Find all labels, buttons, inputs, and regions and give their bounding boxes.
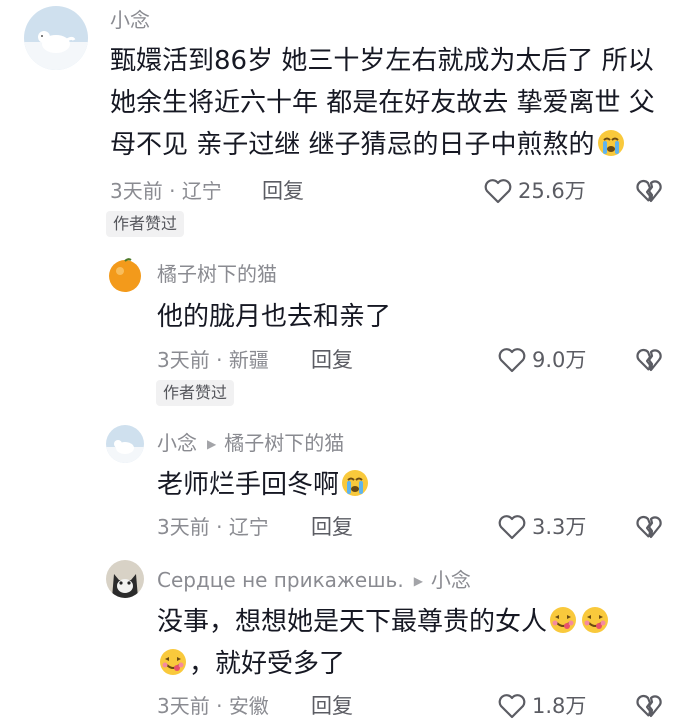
author-liked-badge: 作者赞过	[106, 211, 185, 237]
comment-author[interactable]: Сердце не прикажешь. ▶ 小念	[157, 568, 471, 593]
comment-line: 甄嬛活到86岁 她三十岁左右就成为太后了 所以	[110, 46, 654, 76]
dislike-button[interactable]	[636, 514, 662, 540]
yum-face-emoji-icon	[548, 605, 578, 635]
comment-3: 小念 ▶ 橘子树下的猫 老师烂手回冬啊 3天前 · 辽宁 回复 3.3万	[0, 420, 690, 560]
like-button[interactable]: 3.3万	[498, 514, 586, 540]
reply-arrow-icon: ▶	[413, 574, 423, 588]
orange-avatar-icon	[106, 256, 144, 294]
comment-text: 老师烂手回冬啊	[157, 464, 371, 506]
like-button[interactable]: 9.0万	[498, 347, 586, 373]
comment-line: 母不见 亲子过继 继子猜忌的日子中煎熬的	[110, 124, 655, 166]
cat-avatar-icon	[106, 560, 144, 598]
dislike-button[interactable]	[636, 693, 662, 719]
reply-to-name[interactable]: 橘子树下的猫	[224, 431, 344, 455]
like-count: 25.6万	[518, 179, 586, 203]
comment-line: 她余生将近六十年 都是在好友故去 挚爱离世 父	[110, 88, 655, 118]
like-count: 9.0万	[532, 348, 587, 372]
avatar[interactable]	[106, 256, 144, 294]
comment-author[interactable]: 小念	[110, 8, 150, 32]
comment-line: 老师烂手回冬啊	[157, 464, 371, 506]
comment-line: 没事，想想她是天下最尊贵的女人	[157, 601, 611, 643]
avatar[interactable]	[106, 560, 144, 598]
comment-meta: 3天前 · 安徽	[157, 694, 269, 718]
reply-button[interactable]: 回复	[311, 347, 353, 373]
comment-text: 没事，想想她是天下最尊贵的女人 ，就好受多了	[157, 601, 611, 685]
reply-button[interactable]: 回复	[311, 514, 353, 540]
comment-author[interactable]: 小念 ▶ 橘子树下的猫	[157, 431, 344, 456]
dislike-button[interactable]	[636, 178, 662, 204]
author-name[interactable]: 小念	[110, 8, 150, 32]
comment-meta: 3天前 · 辽宁	[110, 179, 222, 203]
crying-face-emoji-icon	[596, 128, 626, 158]
broken-heart-icon	[636, 348, 662, 372]
comment-author[interactable]: 橘子树下的猫	[157, 262, 277, 286]
author-name[interactable]: 橘子树下的猫	[157, 262, 277, 286]
heart-icon	[484, 179, 512, 204]
comment-2: 橘子树下的猫 他的胧月也去和亲了 3天前 · 新疆 回复 9.0万 作者赞过	[0, 250, 690, 415]
white-dog-avatar-icon	[24, 6, 88, 70]
comment-text: 甄嬛活到86岁 她三十岁左右就成为太后了 所以 她余生将近六十年 都是在好友故去…	[110, 40, 655, 166]
like-button[interactable]: 25.6万	[484, 178, 586, 204]
white-dog-avatar-icon	[106, 425, 144, 463]
heart-icon	[498, 694, 526, 719]
reply-button[interactable]: 回复	[311, 693, 353, 719]
heart-icon	[498, 515, 526, 540]
comment-meta: 3天前 · 新疆	[157, 348, 269, 372]
avatar[interactable]	[106, 425, 144, 463]
heart-icon	[498, 348, 526, 373]
crying-face-emoji-icon	[340, 468, 370, 498]
reply-button[interactable]: 回复	[262, 178, 304, 204]
author-name[interactable]: Сердце не прикажешь.	[157, 568, 404, 592]
comment-4: Сердце не прикажешь. ▶ 小念 没事，想想她是天下最尊贵的女人 …	[0, 560, 690, 725]
like-button[interactable]: 1.8万	[498, 693, 586, 719]
comment-meta: 3天前 · 辽宁	[157, 515, 269, 539]
yum-face-emoji-icon	[158, 647, 188, 677]
like-count: 3.3万	[532, 515, 587, 539]
comment-1: 小念 甄嬛活到86岁 她三十岁左右就成为太后了 所以 她余生将近六十年 都是在好…	[0, 0, 690, 250]
broken-heart-icon	[636, 694, 662, 718]
avatar[interactable]	[24, 6, 88, 70]
dislike-button[interactable]	[636, 347, 662, 373]
reply-to-name[interactable]: 小念	[431, 568, 471, 592]
broken-heart-icon	[636, 179, 662, 203]
comment-line: ，就好受多了	[157, 643, 611, 685]
author-liked-badge: 作者赞过	[156, 380, 235, 406]
like-count: 1.8万	[532, 694, 587, 718]
author-name[interactable]: 小念	[157, 431, 197, 455]
yum-face-emoji-icon	[580, 605, 610, 635]
reply-arrow-icon: ▶	[207, 437, 217, 451]
broken-heart-icon	[636, 515, 662, 539]
comment-line: 他的胧月也去和亲了	[157, 302, 392, 332]
comment-text: 他的胧月也去和亲了	[157, 296, 391, 338]
